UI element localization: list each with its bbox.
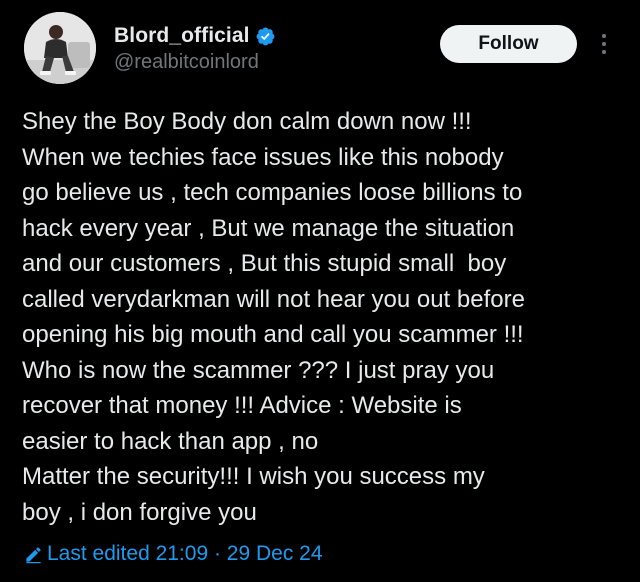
tweet-line: When we techies face issues like this no… [22,143,504,171]
verified-badge-icon [256,27,275,45]
more-dot [602,50,606,54]
tweet-text: Shey the Boy Body don calm down now !!! … [22,104,632,530]
follow-button[interactable]: Follow [440,25,577,63]
tweet-line: and our customers , But this stupid smal… [22,250,507,277]
tweet-line: opening his big mouth and call you scamm… [22,321,524,348]
profile-photo-icon [24,12,96,84]
avatar[interactable] [24,12,96,84]
more-dot [602,42,606,46]
more-dot [602,34,606,38]
pencil-icon [26,546,41,563]
last-edited-link[interactable]: Last edited 21:09 · 29 Dec 24 [24,539,323,569]
tweet-line: called verydarkman will not hear you out… [22,285,525,313]
tweet-line: recover that money !!! Advice : Website … [22,392,462,419]
tweet-line: easier to hack than app , no [22,427,319,455]
tweet-line: Shey the Boy Body don calm down now !!! [22,108,472,135]
last-edited-label: Last edited 21:09 · 29 Dec 24 [47,542,323,565]
tweet-line: go believe us , tech companies loose bil… [22,179,523,206]
tweet-header: Blord_official @realbitcoinlord Follow [0,0,640,100]
display-name[interactable]: Blord_official [114,24,250,48]
tweet-line: boy , i don forgive you [22,498,257,526]
tweet-line: Matter the security!!! I wish you succes… [22,463,485,490]
more-vertical-icon[interactable] [596,30,612,58]
user-handle[interactable]: @realbitcoinlord [114,51,259,74]
tweet-line: Who is now the scammer ??? I just pray y… [22,356,495,384]
tweet-line: hack every year , But we manage the situ… [22,214,515,242]
name-row: Blord_official [114,22,276,50]
